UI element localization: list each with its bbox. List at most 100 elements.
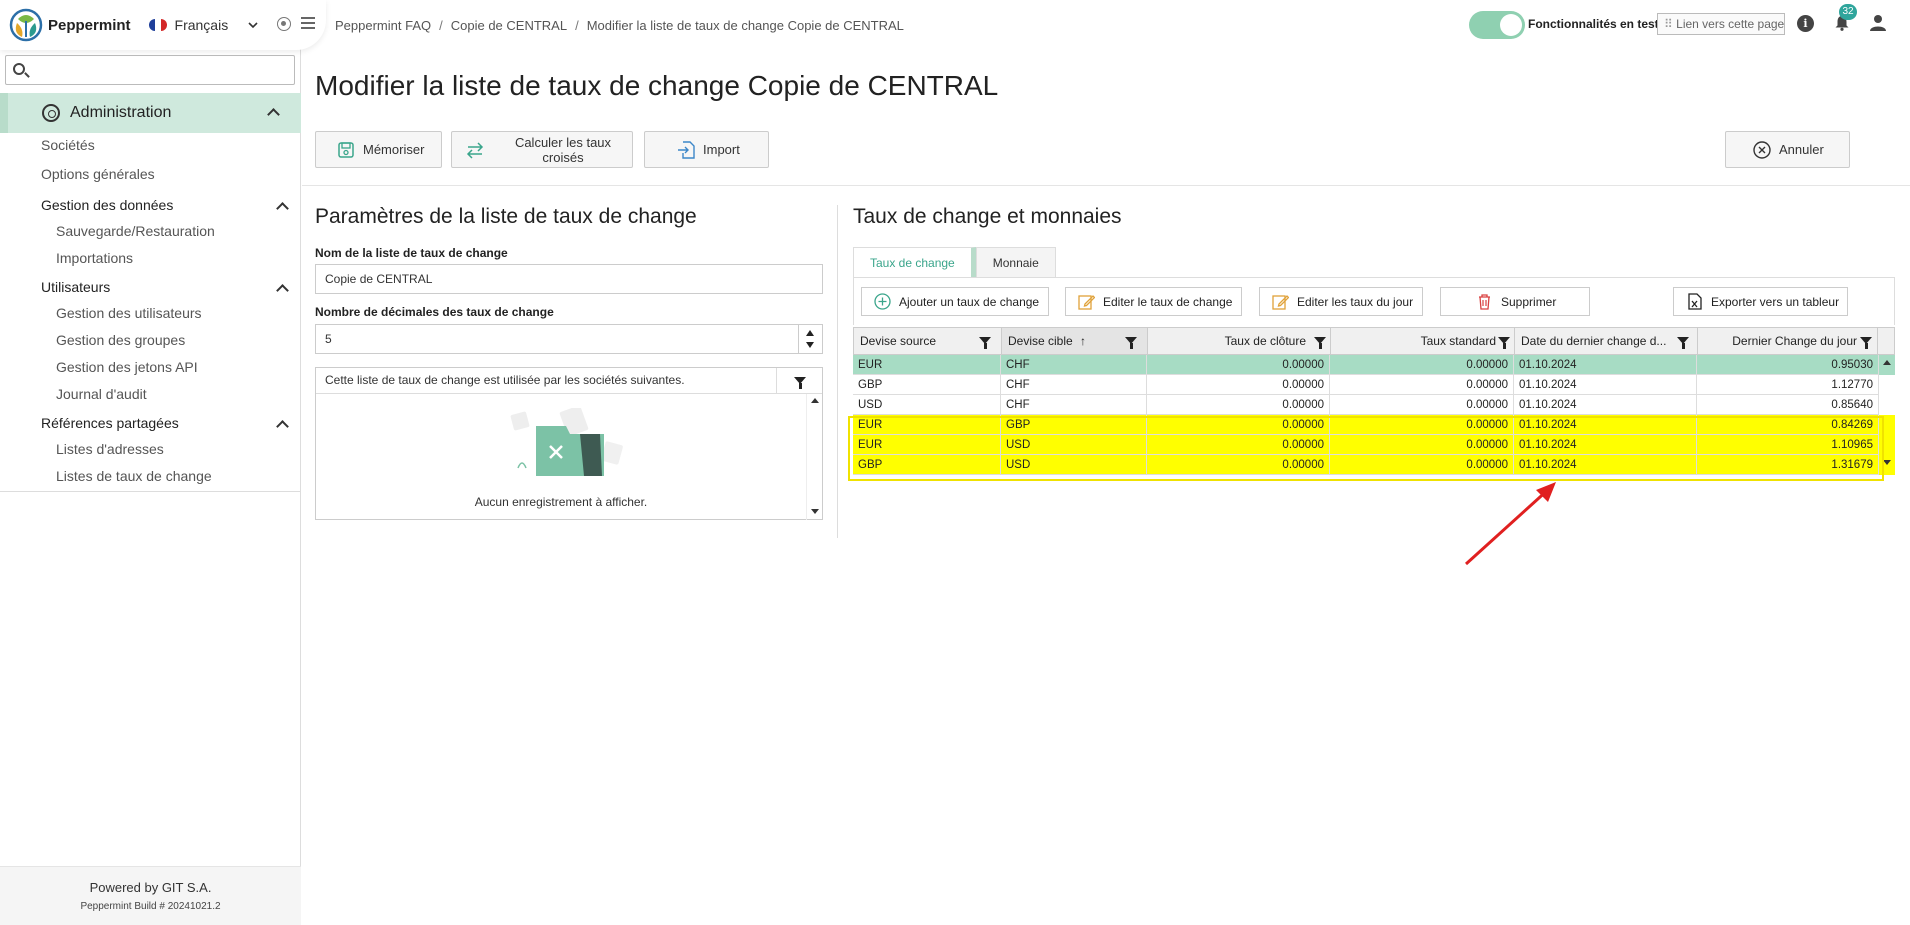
column-header-taux-standard[interactable]: Taux standard	[1331, 328, 1515, 354]
stepper-arrows[interactable]	[798, 325, 822, 353]
chevron-up-icon[interactable]	[276, 202, 289, 215]
filter-icon[interactable]	[979, 337, 991, 349]
column-header-dernier-change-jour[interactable]: Dernier Change du jour	[1698, 328, 1878, 354]
save-label: Mémoriser	[363, 142, 425, 157]
name-field-label: Nom de la liste de taux de change	[315, 246, 508, 260]
sidebar-item-options-generales[interactable]: Options générales	[41, 166, 155, 182]
table-row[interactable]: USD CHF 0.00000 0.00000 01.10.2024 0.856…	[853, 395, 1895, 415]
table-row[interactable]: EUR USD 0.00000 0.00000 01.10.2024 1.109…	[853, 435, 1895, 455]
decimals-stepper[interactable]: 5	[315, 324, 823, 354]
scroll-down-icon[interactable]	[811, 509, 819, 514]
filter-icon[interactable]	[1677, 337, 1689, 349]
filter-icon[interactable]	[1314, 337, 1326, 349]
add-rate-button[interactable]: Ajouter un taux de change	[861, 287, 1049, 316]
breadcrumb-item[interactable]: Copie de CENTRAL	[451, 18, 567, 33]
tab-taux-de-change[interactable]: Taux de change	[853, 247, 976, 277]
cell-taux-standard: 0.00000	[1330, 415, 1514, 435]
sidebar-item-gestion-utilisateurs[interactable]: Gestion des utilisateurs	[56, 305, 202, 321]
pin-icon[interactable]	[277, 17, 291, 31]
sidebar-item-gestion-groupes[interactable]: Gestion des groupes	[56, 332, 185, 348]
edit-daily-rates-button[interactable]: Editer les taux du jour	[1259, 287, 1423, 316]
scrollbar[interactable]	[806, 394, 822, 520]
language-selector[interactable]: Français	[175, 17, 229, 33]
table-row[interactable]: GBP USD 0.00000 0.00000 01.10.2024 1.316…	[853, 455, 1895, 475]
cell-devise-source: GBP	[853, 375, 1001, 395]
params-section-title: Paramètres de la liste de taux de change	[315, 205, 697, 228]
sidebar-group-gestion-donnees[interactable]: Gestion des données	[41, 197, 173, 213]
filter-button[interactable]	[776, 368, 822, 393]
column-header-devise-source[interactable]: Devise source	[854, 328, 1002, 354]
sidebar-section-administration[interactable]: Administration	[0, 93, 301, 133]
table-row[interactable]: EUR GBP 0.00000 0.00000 01.10.2024 0.842…	[853, 415, 1895, 435]
column-header-taux-cloture[interactable]: Taux de clôture	[1148, 328, 1331, 354]
hamburger-menu-icon[interactable]	[301, 17, 315, 29]
filter-icon[interactable]	[1498, 337, 1510, 349]
delete-button[interactable]: Supprimer	[1440, 287, 1590, 316]
stepper-down-icon[interactable]	[806, 342, 814, 348]
table-row[interactable]: GBP CHF 0.00000 0.00000 01.10.2024 1.127…	[853, 375, 1895, 395]
tab-monnaie[interactable]: Monnaie	[975, 247, 1056, 277]
grid-toolbar: Ajouter un taux de change Editer le taux…	[853, 277, 1895, 325]
sidebar-item-listes-adresses[interactable]: Listes d'adresses	[56, 441, 164, 457]
filter-icon	[794, 377, 806, 389]
column-header-date-dernier-change[interactable]: Date du dernier change d...	[1515, 328, 1698, 354]
sidebar-group-references-partagees[interactable]: Références partagées	[41, 415, 179, 431]
scroll-down-icon[interactable]	[1883, 460, 1891, 465]
name-field[interactable]: Copie de CENTRAL	[315, 264, 823, 294]
add-rate-label: Ajouter un taux de change	[899, 294, 1040, 309]
peppermint-logo-icon	[9, 8, 43, 42]
tab-bar: Taux de change Monnaie	[853, 247, 1056, 277]
app-name: Peppermint	[48, 16, 131, 34]
cancel-button[interactable]: Annuler	[1725, 131, 1850, 168]
sidebar-footer: Powered by GIT S.A. Peppermint Build # 2…	[0, 866, 301, 925]
beta-features-toggle[interactable]	[1469, 11, 1525, 39]
cross-rates-button[interactable]: Calculer les taux croisés	[451, 131, 633, 168]
column-header-devise-cible[interactable]: Devise cible ↑	[1002, 328, 1148, 354]
chevron-up-icon[interactable]	[276, 284, 289, 297]
sidebar-section-label: Administration	[70, 104, 172, 121]
cell-date: 01.10.2024	[1514, 355, 1697, 375]
sidebar-item-journal-audit[interactable]: Journal d'audit	[56, 386, 147, 402]
edit-rate-button[interactable]: Editer le taux de change	[1065, 287, 1242, 316]
sidebar-search[interactable]	[5, 55, 295, 85]
filter-icon[interactable]	[1860, 337, 1872, 349]
scroll-up-icon[interactable]	[811, 398, 819, 403]
cell-devise-cible: USD	[1001, 455, 1147, 475]
user-avatar-icon[interactable]	[1869, 14, 1887, 32]
sidebar-item-listes-taux-change[interactable]: Listes de taux de change	[56, 468, 212, 484]
import-icon	[678, 140, 695, 159]
powered-by: Powered by GIT S.A.	[89, 880, 212, 895]
swap-arrows-icon	[466, 141, 484, 159]
sidebar-group-utilisateurs[interactable]: Utilisateurs	[41, 279, 110, 295]
build-number: Peppermint Build # 20241021.2	[80, 901, 221, 912]
sidebar: Administration Sociétés Options générale…	[0, 0, 301, 925]
annotation-arrow-icon	[1464, 482, 1556, 566]
chevron-up-icon[interactable]	[276, 420, 289, 433]
sidebar-item-societes[interactable]: Sociétés	[41, 137, 95, 153]
filter-icon[interactable]	[1125, 337, 1137, 349]
breadcrumb-item[interactable]: Peppermint FAQ	[335, 18, 431, 33]
sidebar-search-input[interactable]	[6, 56, 294, 84]
save-button[interactable]: Mémoriser	[315, 131, 442, 168]
cell-dernier-change: 1.31679	[1697, 455, 1879, 475]
import-button[interactable]: Import	[644, 131, 769, 168]
flag-fr-icon[interactable]	[148, 19, 167, 31]
decimals-value: 5	[325, 332, 332, 346]
table-row[interactable]: EUR CHF 0.00000 0.00000 01.10.2024 0.950…	[853, 355, 1895, 375]
export-spreadsheet-button[interactable]: Exporter vers un tableur	[1673, 287, 1848, 316]
sidebar-item-sauvegarde[interactable]: Sauvegarde/Restauration	[56, 223, 215, 239]
info-icon[interactable]: i	[1797, 15, 1814, 32]
cell-taux-standard: 0.00000	[1330, 455, 1514, 475]
chevron-down-icon[interactable]	[248, 20, 258, 30]
stepper-up-icon[interactable]	[806, 330, 814, 336]
scroll-up-icon[interactable]	[1883, 360, 1891, 365]
chevron-up-icon[interactable]	[267, 108, 280, 121]
sidebar-item-importations[interactable]: Importations	[56, 250, 133, 266]
grid-scrollbar[interactable]	[1879, 355, 1895, 477]
cell-devise-source: EUR	[853, 415, 1001, 435]
sidebar-item-jetons-api[interactable]: Gestion des jetons API	[56, 359, 198, 375]
cell-devise-cible: CHF	[1001, 395, 1147, 415]
page-link-button[interactable]: ⠿ Lien vers cette page	[1657, 13, 1785, 35]
companies-list: Cette liste de taux de change est utilis…	[315, 367, 823, 520]
cell-date: 01.10.2024	[1514, 435, 1697, 455]
